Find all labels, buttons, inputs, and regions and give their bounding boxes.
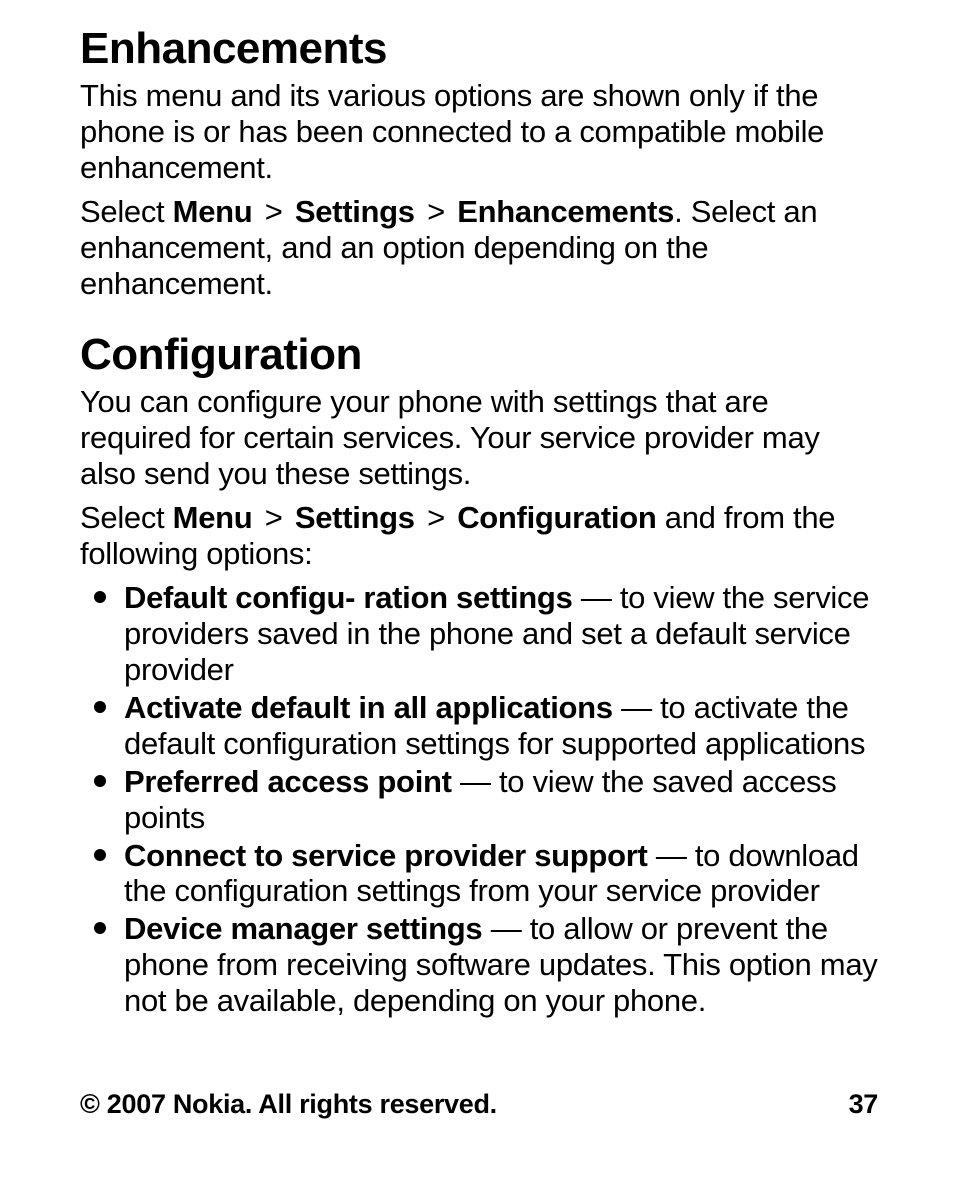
- page-number: 37: [849, 1089, 878, 1120]
- bold-term: Settings: [295, 194, 415, 229]
- bold-term: Configuration: [457, 500, 656, 535]
- breadcrumb-separator: >: [415, 500, 457, 535]
- list-item: Preferred access point — to view the sav…: [124, 764, 878, 836]
- bold-term: Preferred access point: [124, 764, 452, 799]
- bold-term: Menu: [173, 194, 253, 229]
- para-configuration-path: Select Menu > Settings > Configuration a…: [80, 500, 878, 572]
- bold-term: Connect to service provider support: [124, 838, 648, 873]
- list-item: Default configu- ration settings — to vi…: [124, 580, 878, 688]
- list-item: Activate default in all applications — t…: [124, 690, 878, 762]
- para-configuration-intro: You can configure your phone with settin…: [80, 384, 878, 492]
- document-page: Enhancements This menu and its various o…: [0, 0, 954, 1180]
- breadcrumb-separator: >: [252, 194, 294, 229]
- list-item: Device manager settings — to allow or pr…: [124, 911, 878, 1019]
- bold-term: Default configu- ration settings: [124, 580, 573, 615]
- bold-term: Menu: [173, 500, 253, 535]
- text-run: Select: [80, 500, 173, 535]
- bold-term: Enhancements: [457, 194, 674, 229]
- bold-term: Settings: [295, 500, 415, 535]
- breadcrumb-separator: >: [252, 500, 294, 535]
- para-enhancements-intro: This menu and its various options are sh…: [80, 78, 878, 186]
- heading-enhancements: Enhancements: [80, 26, 878, 72]
- text-run: Select: [80, 194, 173, 229]
- bold-term: Device manager settings: [124, 911, 482, 946]
- copyright-text: © 2007 Nokia. All rights reserved.: [80, 1089, 497, 1120]
- para-enhancements-path: Select Menu > Settings > Enhancements. S…: [80, 194, 878, 302]
- configuration-options-list: Default configu- ration settings — to vi…: [80, 580, 878, 1019]
- page-footer: © 2007 Nokia. All rights reserved. 37: [80, 1089, 878, 1120]
- list-item: Connect to service provider support — to…: [124, 838, 878, 910]
- bold-term: Activate default in all applications: [124, 690, 613, 725]
- heading-configuration: Configuration: [80, 332, 878, 378]
- text-run: This menu and its various options are sh…: [80, 78, 824, 185]
- text-run: You can configure your phone with settin…: [80, 384, 820, 491]
- breadcrumb-separator: >: [415, 194, 457, 229]
